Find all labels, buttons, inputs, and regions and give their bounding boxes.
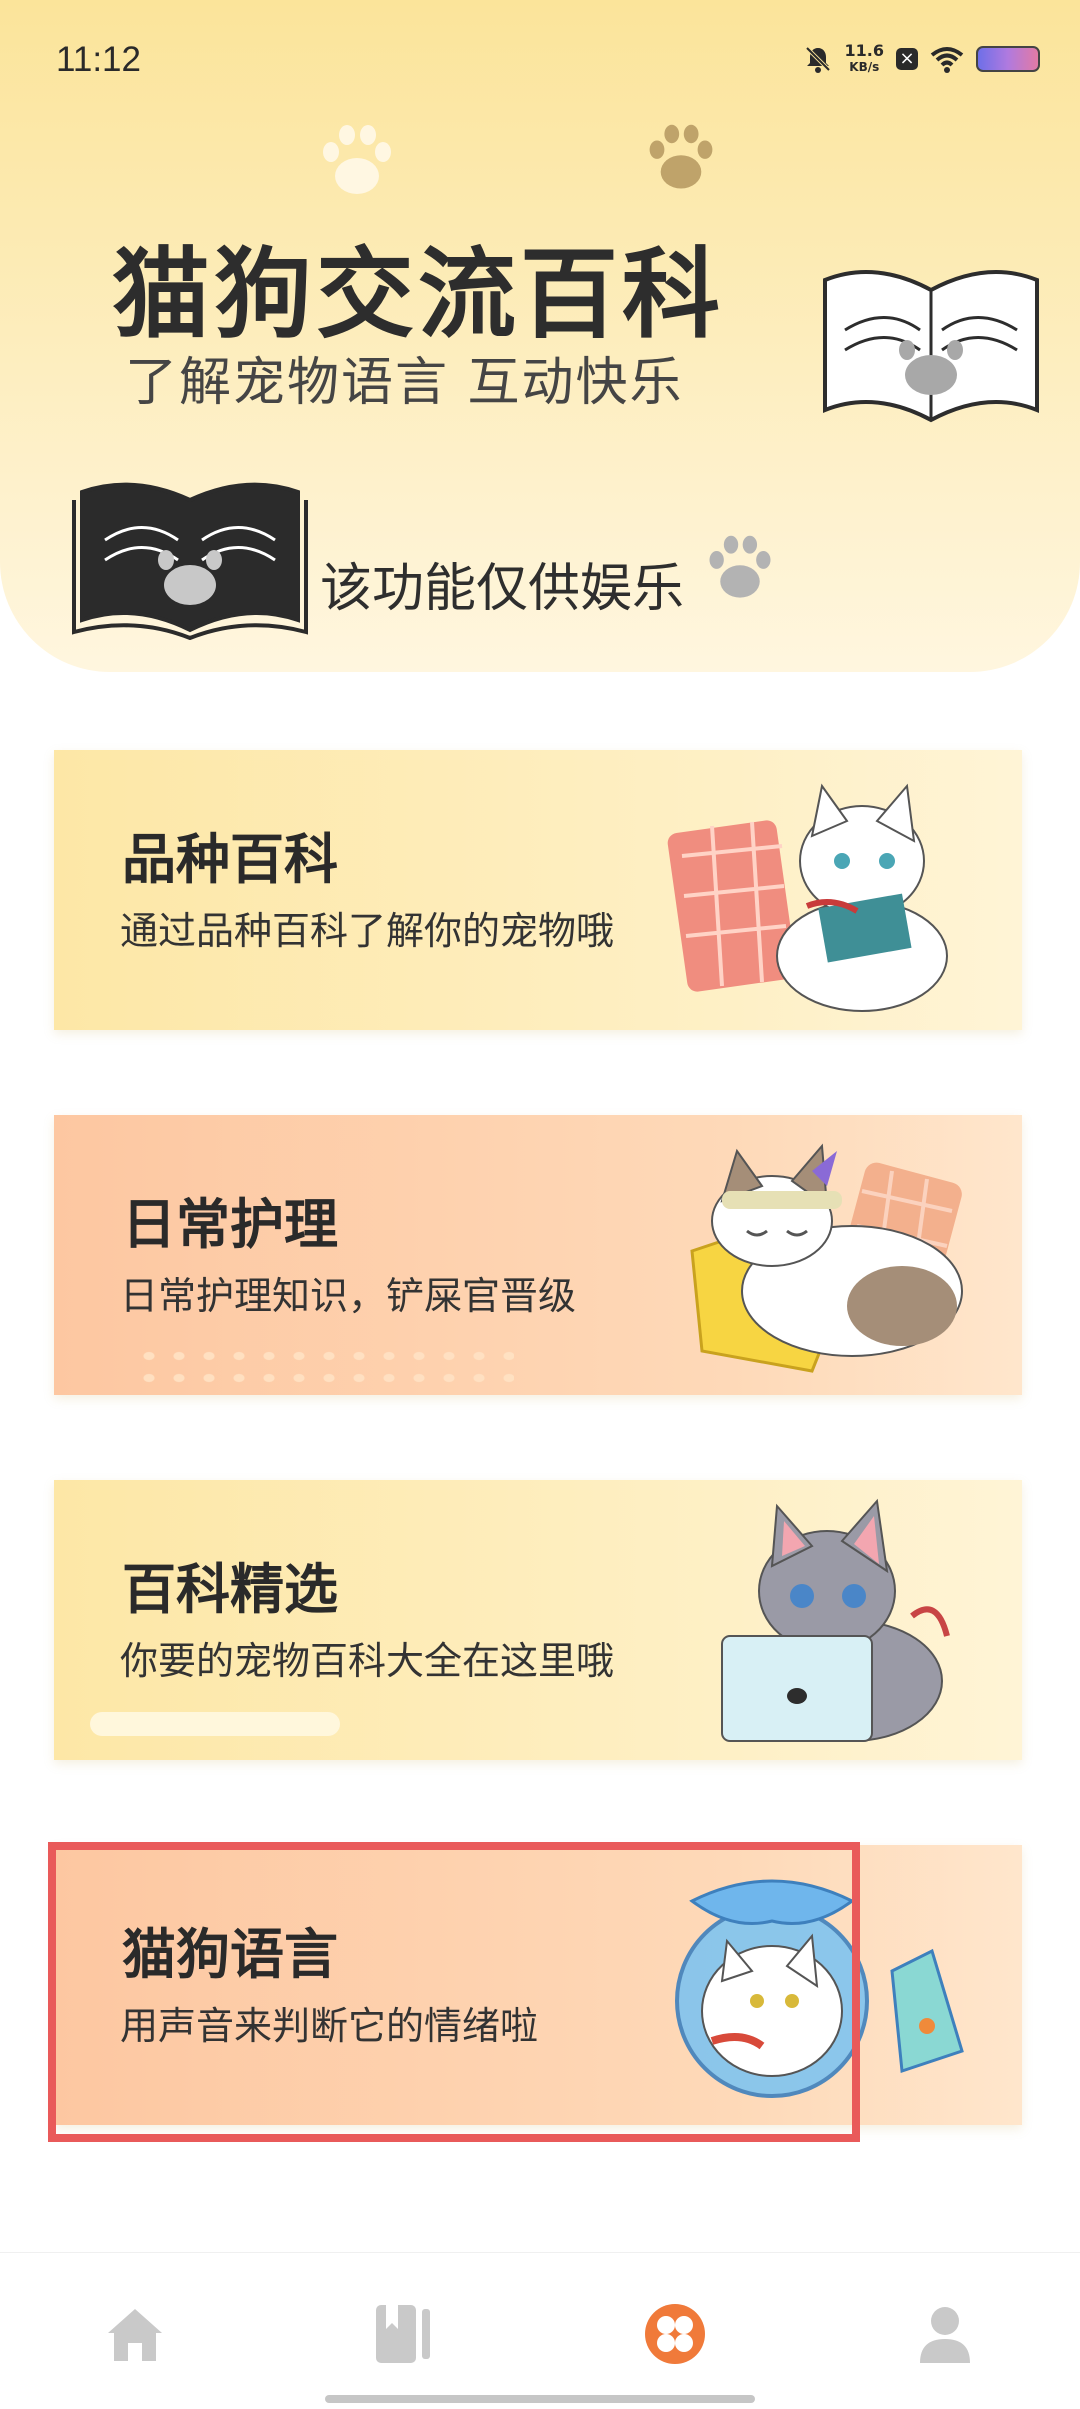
paw-print-icon bbox=[709, 535, 771, 598]
disclaimer-text: 该功能仅供娱乐 bbox=[320, 559, 685, 619]
net-speed: 11.6 KB/s bbox=[845, 42, 884, 76]
paw-print-icon bbox=[649, 124, 713, 189]
card-title: 品种百科 bbox=[122, 828, 338, 891]
card-subtitle: 日常护理知识，铲屎官晋级 bbox=[120, 1274, 577, 1318]
open-book-dark-icon bbox=[72, 482, 308, 640]
page-subtitle: 了解宠物语言 互动快乐 bbox=[125, 353, 684, 413]
clover-icon[interactable] bbox=[640, 2299, 710, 2369]
cat-reading-illustration bbox=[667, 783, 948, 1012]
header-banner: 11:12 11.6 KB/s × 猫狗交流百科 了解宠物语言 互动快乐 该功能… bbox=[0, 0, 1080, 672]
card-subtitle: 你要的宠物百科大全在这里哦 bbox=[120, 1639, 615, 1683]
close-box-icon: × bbox=[896, 48, 918, 70]
user-icon[interactable] bbox=[910, 2299, 980, 2369]
mute-bell-icon bbox=[805, 46, 830, 73]
decorative-dots bbox=[134, 1345, 514, 1385]
card-featured-encyclopedia[interactable]: 百科精选 你要的宠物百科大全在这里哦 bbox=[54, 1480, 1022, 1760]
paw-print-icon bbox=[323, 125, 391, 194]
card-daily-care[interactable]: 日常护理 日常护理知识，铲屎官晋级 bbox=[54, 1115, 1022, 1395]
card-title: 百科精选 bbox=[122, 1558, 338, 1621]
status-time: 11:12 bbox=[56, 40, 141, 79]
cat-laptop-illustration bbox=[721, 1498, 950, 1742]
status-bar: 11:12 11.6 KB/s × bbox=[56, 40, 1040, 90]
home-indicator[interactable] bbox=[325, 2395, 755, 2403]
open-book-icon bbox=[823, 270, 1039, 423]
home-icon[interactable] bbox=[100, 2299, 170, 2369]
card-subtitle: 通过品种百科了解你的宠物哦 bbox=[120, 909, 615, 953]
book-icon[interactable] bbox=[368, 2299, 438, 2369]
page-title: 猫狗交流百科 bbox=[112, 238, 725, 352]
net-speed-unit: KB/s bbox=[849, 60, 880, 74]
card-breed-encyclopedia[interactable]: 品种百科 通过品种百科了解你的宠物哦 bbox=[54, 750, 1022, 1030]
status-icons: 11.6 KB/s × bbox=[803, 42, 1040, 76]
selection-highlight bbox=[48, 1842, 860, 2142]
card-title: 日常护理 bbox=[122, 1193, 338, 1256]
net-speed-value: 11.6 bbox=[844, 41, 884, 60]
bottom-nav bbox=[0, 2252, 1080, 2409]
wifi-icon bbox=[930, 47, 964, 73]
decorative-bar bbox=[90, 1712, 340, 1736]
battery-icon bbox=[976, 46, 1040, 72]
cat-sleeping-illustration bbox=[690, 1143, 963, 1373]
